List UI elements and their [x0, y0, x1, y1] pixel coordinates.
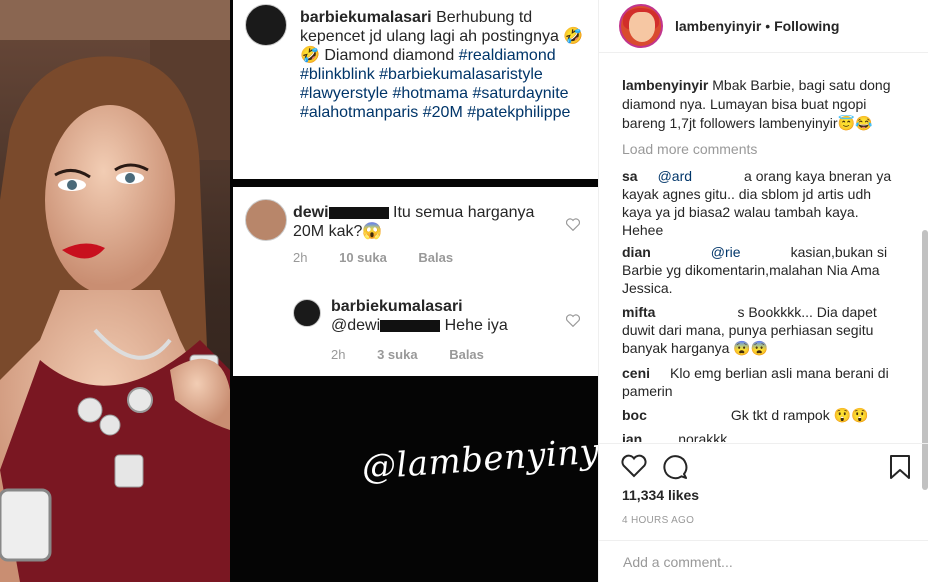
comment-text: norakkk	[678, 431, 728, 442]
screenshot-comment-card: dewi Itu semua harganya 20M kak?😱 2h 10 …	[233, 187, 598, 376]
screenshot-username: barbiekumalasari	[300, 9, 432, 26]
screenshot-reply-reply: Balas	[449, 347, 484, 362]
comment-username[interactable]: dian	[622, 244, 651, 260]
comment-item: sa @ard a orang kaya bneran ya kayak agnes…	[622, 167, 902, 239]
comment-username[interactable]: mifta	[622, 304, 655, 320]
redaction-bar	[380, 319, 441, 332]
comment-icon[interactable]	[662, 454, 688, 480]
comment-username[interactable]: sa	[622, 168, 638, 184]
comment-text: Klo emg berlian asli mana berani di pame…	[622, 365, 889, 399]
avatar[interactable]	[619, 4, 663, 48]
comments-scrollbar[interactable]	[919, 52, 928, 490]
comment-item: dian @rie kasian,bukan si Barbie yg dikome…	[622, 243, 902, 297]
post-sidebar: lambenyinyir • Following lambenyinyir Mb…	[598, 0, 928, 582]
header-username[interactable]: lambenyinyir	[675, 18, 761, 34]
screenshot-reply-text: Hehe iya	[444, 317, 508, 334]
comment-username[interactable]: ceni	[622, 365, 650, 381]
screenshot-avatar-dewi	[245, 199, 287, 241]
screenshot-reply-likes: 3 suka	[377, 347, 418, 362]
add-comment-bar	[599, 540, 928, 583]
screenshot-comment-likes: 10 suka	[339, 250, 387, 265]
screenshot-caption-card: barbiekumalasari Berhubung td kepencet j…	[233, 0, 598, 179]
likes-count[interactable]: 11,334 likes	[622, 487, 699, 503]
comment-mention[interactable]: @ard	[658, 168, 692, 184]
separator-dot: •	[765, 18, 771, 34]
post-caption: lambenyinyir Mbak Barbie, bagi satu dong…	[622, 76, 902, 133]
heart-icon[interactable]	[621, 454, 647, 478]
screenshot-comment-reply: Balas	[418, 250, 454, 265]
bookmark-icon[interactable]	[889, 454, 911, 480]
comment-item: mifta s Bookkkk... Dia dapet duwit dari m…	[622, 303, 902, 357]
comment-item: ian norakkk	[622, 430, 902, 442]
comment-username[interactable]: ian	[622, 431, 642, 442]
heart-icon	[566, 218, 580, 231]
comment-mention[interactable]: @rie	[711, 244, 741, 260]
comment-text: kasian,bukan si Barbie yg dikomentarin,m…	[622, 244, 888, 296]
comment-username[interactable]: boc	[622, 407, 647, 423]
screenshot-comment-username: dewi	[293, 204, 329, 221]
screenshot-reply-mention: @dewi	[331, 317, 381, 334]
redaction-bar	[328, 206, 389, 219]
caption-username[interactable]: lambenyinyir	[622, 77, 708, 93]
comment-text: s Bookkkk... Dia dapet duwit dari mana, …	[622, 304, 877, 356]
post-image[interactable]: barbiekumalasari Berhubung td kepencet j…	[0, 0, 598, 582]
comment-item: ceni Klo emg berlian asli mana berani di …	[622, 364, 902, 400]
add-comment-input[interactable]	[621, 551, 905, 573]
screenshot-comment-time: 2h	[293, 250, 308, 265]
screenshot-reply-time: 2h	[331, 347, 346, 362]
post-header: lambenyinyir • Following	[599, 0, 928, 53]
selfie-photo	[0, 0, 230, 582]
comment-item: boc Gk tkt d rampok 😲😲	[622, 406, 902, 424]
load-more-comments-link[interactable]: Load more comments	[622, 141, 757, 157]
screenshot-reply-username: barbiekumalasari	[331, 298, 463, 315]
comments-list[interactable]: lambenyinyir Mbak Barbie, bagi satu dong…	[599, 52, 917, 442]
following-button[interactable]: Following	[774, 18, 839, 34]
post-timestamp[interactable]: 4 HOURS AGO	[622, 515, 694, 526]
screenshot-avatar	[245, 4, 287, 46]
screenshot-reply-avatar	[293, 299, 321, 327]
heart-icon	[566, 314, 580, 327]
comment-text: Gk tkt d rampok 😲😲	[730, 407, 869, 423]
